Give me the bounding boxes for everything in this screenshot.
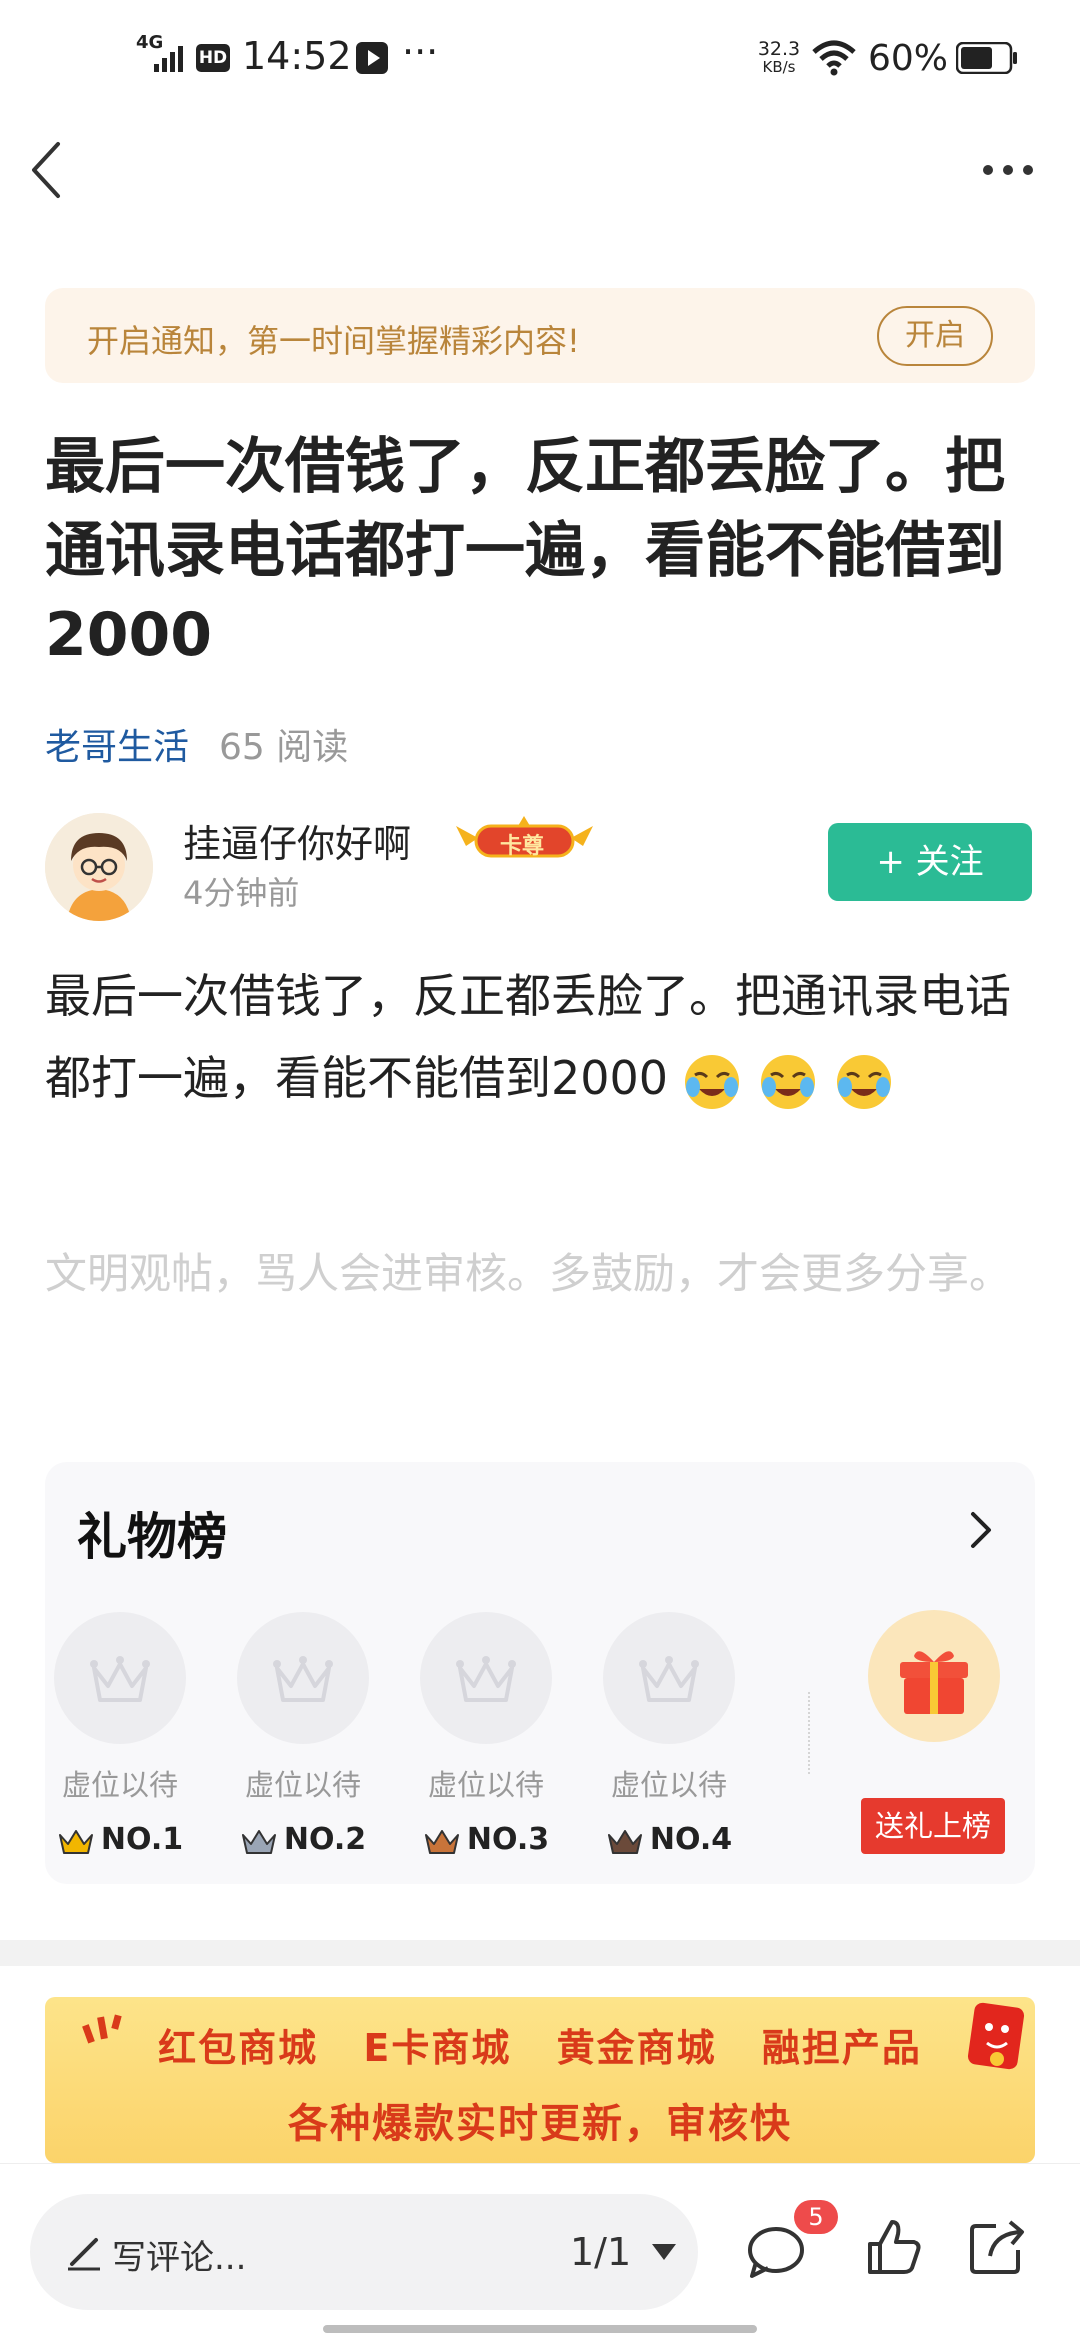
bottom-bar: 写评论... 1/1 5 — [0, 2163, 1080, 2341]
gift-slot[interactable]: 虚位以待 NO.4 — [601, 1612, 737, 1857]
wifi-icon — [812, 40, 856, 76]
gift-board-title: 礼物榜 — [77, 1508, 227, 1566]
notification-text: 开启通知，第一时间掌握精彩内容! — [87, 322, 580, 360]
page-indicator[interactable]: 1/1 — [570, 2230, 631, 2274]
send-gift-button[interactable]: 送礼上榜 — [861, 1798, 1005, 1854]
signal-icon: 4G — [136, 32, 188, 74]
enable-notification-button[interactable]: 开启 — [877, 306, 993, 366]
more-options-icon[interactable] — [980, 160, 1036, 180]
crying-laughing-emoji-icon — [835, 1053, 893, 1111]
gift-slot[interactable]: 虚位以待 NO.2 — [235, 1612, 371, 1857]
pencil-icon — [64, 2232, 104, 2272]
gift-divider — [808, 1692, 810, 1774]
post-time: 4分钟前 — [183, 874, 300, 912]
status-more: ··· — [402, 30, 439, 74]
net-speed: 32.3 KB/s — [757, 38, 801, 77]
post-content: 最后一次借钱了，反正都丢脸了。把通讯录电话都打一遍，看能不能借到2000 — [45, 955, 1045, 1119]
battery-icon — [955, 41, 1018, 75]
comment-placeholder: 写评论... — [112, 2238, 247, 2278]
circle-link[interactable]: 老哥生活 — [45, 727, 189, 768]
gift-slot-label: 虚位以待 — [427, 1768, 544, 1802]
section-separator — [0, 1940, 1080, 1966]
media-icon — [356, 42, 388, 74]
crown-placeholder-icon — [237, 1612, 369, 1744]
avatar[interactable] — [45, 813, 153, 921]
crown-placeholder-icon — [420, 1612, 552, 1744]
chevron-right-icon[interactable] — [967, 1508, 995, 1552]
gift-slot-rank: NO.3 — [418, 1822, 554, 1857]
gift-slot-label: 虚位以待 — [244, 1768, 361, 1802]
post-meta: 老哥生活 65 阅读 — [45, 718, 348, 770]
comment-input[interactable]: 写评论... 1/1 — [30, 2194, 698, 2310]
crown-placeholder-icon — [54, 1612, 186, 1744]
red-envelope-mascot-icon — [957, 1997, 1031, 2077]
gift-board: 礼物榜 虚位以待 NO.1 虚位以待 NO.2 虚位以待 NO.3 虚位以待 N… — [45, 1462, 1035, 1884]
gift-slot-label: 虚位以待 — [61, 1768, 178, 1802]
author-name[interactable]: 挂逼仔你好啊 — [183, 813, 411, 868]
civility-hint: 文明观帖，骂人会进审核。多鼓励，才会更多分享。 — [45, 1249, 1012, 1298]
comment-count-badge: 5 — [794, 2200, 838, 2234]
read-count: 65 阅读 — [219, 727, 349, 768]
battery-percent: 60% — [868, 38, 949, 79]
banner-headline: 红包商城 E卡商城 黄金商城 融担产品 — [158, 2026, 922, 2070]
post-title: 最后一次借钱了，反正都丢脸了。把通讯录电话都打一遍，看能不能借到2000 — [45, 432, 1005, 670]
share-icon[interactable] — [968, 2216, 1028, 2276]
caret-down-icon[interactable] — [650, 2242, 678, 2262]
banner-subline: 各种爆款实时更新，审核快 — [288, 2101, 792, 2147]
clock: 14:52 — [242, 34, 352, 78]
notification-banner: 开启通知，第一时间掌握精彩内容! 开启 — [45, 288, 1035, 383]
promo-banner[interactable]: 红包商城 E卡商城 黄金商城 融担产品 各种爆款实时更新，审核快 — [45, 1997, 1035, 2163]
follow-button[interactable]: + 关注 — [828, 823, 1032, 901]
crying-laughing-emoji-icon — [759, 1053, 817, 1111]
hd-icon: HD — [196, 44, 230, 72]
gift-slot-rank: NO.2 — [235, 1822, 371, 1857]
gift-slot[interactable]: 虚位以待 NO.3 — [418, 1612, 554, 1857]
back-icon[interactable] — [28, 140, 68, 200]
home-indicator[interactable] — [323, 2325, 757, 2333]
crown-placeholder-icon — [603, 1612, 735, 1744]
vip-badge: 卡尊 — [452, 816, 597, 862]
gift-box-icon[interactable] — [868, 1610, 1000, 1742]
gift-slot-label: 虚位以待 — [610, 1768, 727, 1802]
gift-slot-rank: NO.4 — [601, 1822, 737, 1857]
crying-laughing-emoji-icon — [683, 1053, 741, 1111]
gift-slot-rank: NO.1 — [52, 1822, 188, 1857]
status-bar: 4G HD 14:52 ··· 32.3 KB/s 60% — [0, 0, 1080, 120]
like-icon[interactable] — [866, 2218, 922, 2276]
gift-slot[interactable]: 虚位以待 NO.1 — [52, 1612, 188, 1857]
